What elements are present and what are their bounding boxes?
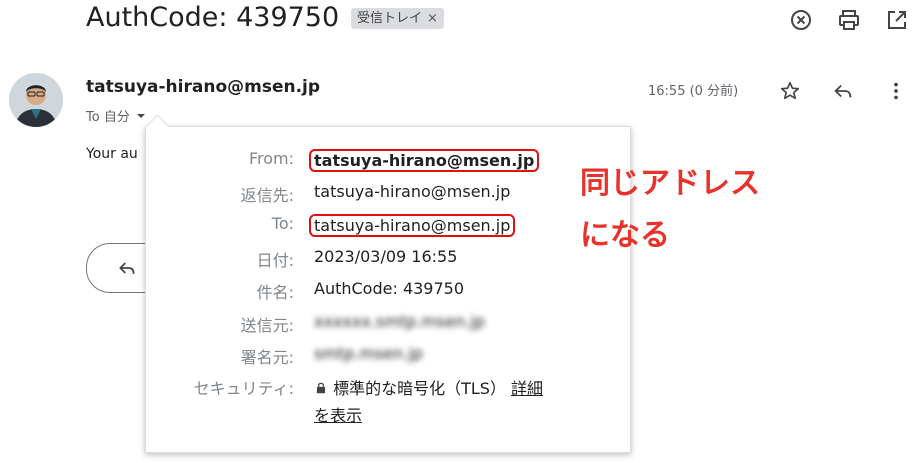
subject-key: 件名: [256, 283, 294, 302]
security-key: セキュリティ: [193, 379, 294, 398]
more-vert-icon[interactable] [885, 80, 907, 102]
remove-label-icon[interactable]: × [427, 8, 438, 29]
annotation-line1: 同じアドレス [580, 166, 760, 201]
star-icon[interactable] [779, 80, 801, 102]
lock-icon [316, 382, 326, 394]
signed-by-key: 署名元: [240, 348, 294, 367]
details-link[interactable]: 詳細 [511, 379, 543, 398]
from-value: tatsuya-hirano@msen.jp [309, 149, 540, 172]
subject-value: AuthCode: 439750 [314, 279, 465, 298]
timestamp: 16:55 (0 分前) [648, 84, 739, 99]
email-subject: AuthCode: 439750 [86, 2, 340, 33]
message-details-popup: From: tatsuya-hirano@msen.jp 返信先: tatsuy… [145, 126, 631, 453]
date-key: 日付: [256, 251, 294, 270]
print-icon[interactable] [837, 8, 861, 32]
reply-to-key: 返信先: [240, 186, 294, 205]
avatar [9, 73, 63, 127]
inbox-label-chip[interactable]: 受信トレイ × [351, 8, 444, 29]
email-body-preview: Your au [86, 146, 138, 162]
label-text: 受信トレイ [357, 11, 423, 26]
open-in-new-icon[interactable] [885, 8, 909, 32]
security-value: 標準的な暗号化（TLS） [333, 379, 506, 398]
sender-address: tatsuya-hirano@msen.jp [86, 77, 321, 97]
to-key: To: [271, 214, 294, 233]
annotation-text: 同じアドレス になる [580, 158, 760, 262]
to-value: tatsuya-hirano@msen.jp [309, 214, 516, 237]
reply-to-value: tatsuya-hirano@msen.jp [314, 182, 511, 201]
recipient-line[interactable]: To 自分 [86, 106, 148, 125]
mailed-by-value: xxxxxx.smtp.msen.jp [314, 312, 485, 331]
to-label: To 自分 [86, 110, 130, 125]
reply-icon [119, 262, 135, 274]
annotation-line2: になる [580, 218, 670, 253]
dropdown-icon[interactable] [134, 109, 148, 123]
reply-icon[interactable] [832, 80, 854, 102]
from-key: From: [248, 149, 294, 168]
cancel-icon[interactable] [789, 8, 813, 32]
security-value-wrap: 標準的な暗号化（TLS） 詳細 [314, 375, 543, 399]
show-details-link[interactable]: を表示 [314, 402, 362, 426]
signed-by-value: smtp.msen.jp [314, 344, 424, 363]
mailed-by-key: 送信元: [240, 316, 294, 335]
date-value: 2023/03/09 16:55 [314, 247, 458, 266]
